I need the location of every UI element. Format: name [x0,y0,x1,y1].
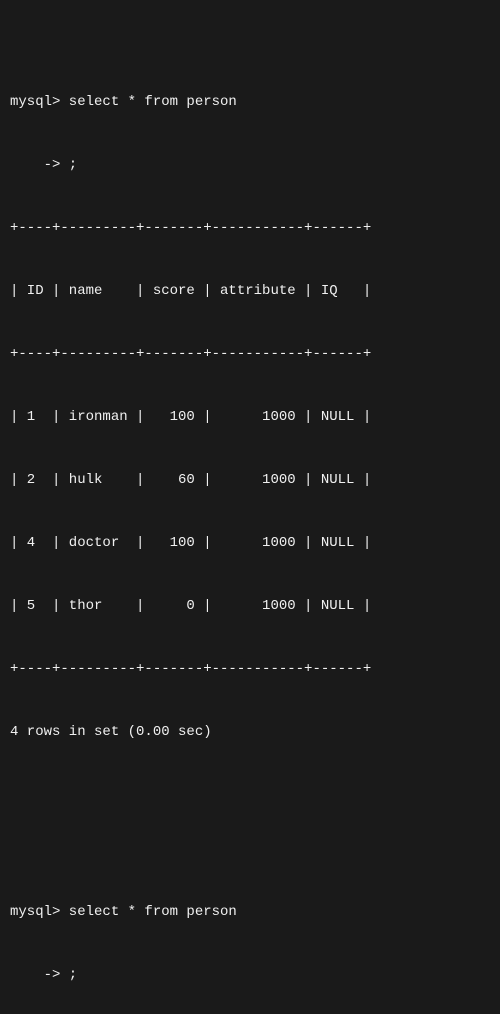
table-header-1: | ID | name | score | attribute | IQ | [10,281,490,302]
query-section-1: mysql> select * from person -> ; +----+-… [10,50,490,785]
terminal-output: mysql> select * from person -> ; +----+-… [10,8,490,1014]
prompt-line-2: -> ; [10,155,490,176]
table-row: | 4 | doctor | 100 | 1000 | NULL | [10,533,490,554]
table-separator-mid-1: +----+---------+-------+-----------+----… [10,344,490,365]
prompt-line-3: mysql> select * from person [10,902,490,923]
table-separator-top-1: +----+---------+-------+-----------+----… [10,218,490,239]
prompt-line-4: -> ; [10,965,490,986]
query-section-2: mysql> select * from person -> ; +----+-… [10,860,490,1014]
table-row: | 1 | ironman | 100 | 1000 | NULL | [10,407,490,428]
table-row: | 2 | hulk | 60 | 1000 | NULL | [10,470,490,491]
result-line-1: 4 rows in set (0.00 sec) [10,722,490,743]
table-row: | 5 | thor | 0 | 1000 | NULL | [10,596,490,617]
table-separator-bot-1: +----+---------+-------+-----------+----… [10,659,490,680]
prompt-line-1: mysql> select * from person [10,92,490,113]
